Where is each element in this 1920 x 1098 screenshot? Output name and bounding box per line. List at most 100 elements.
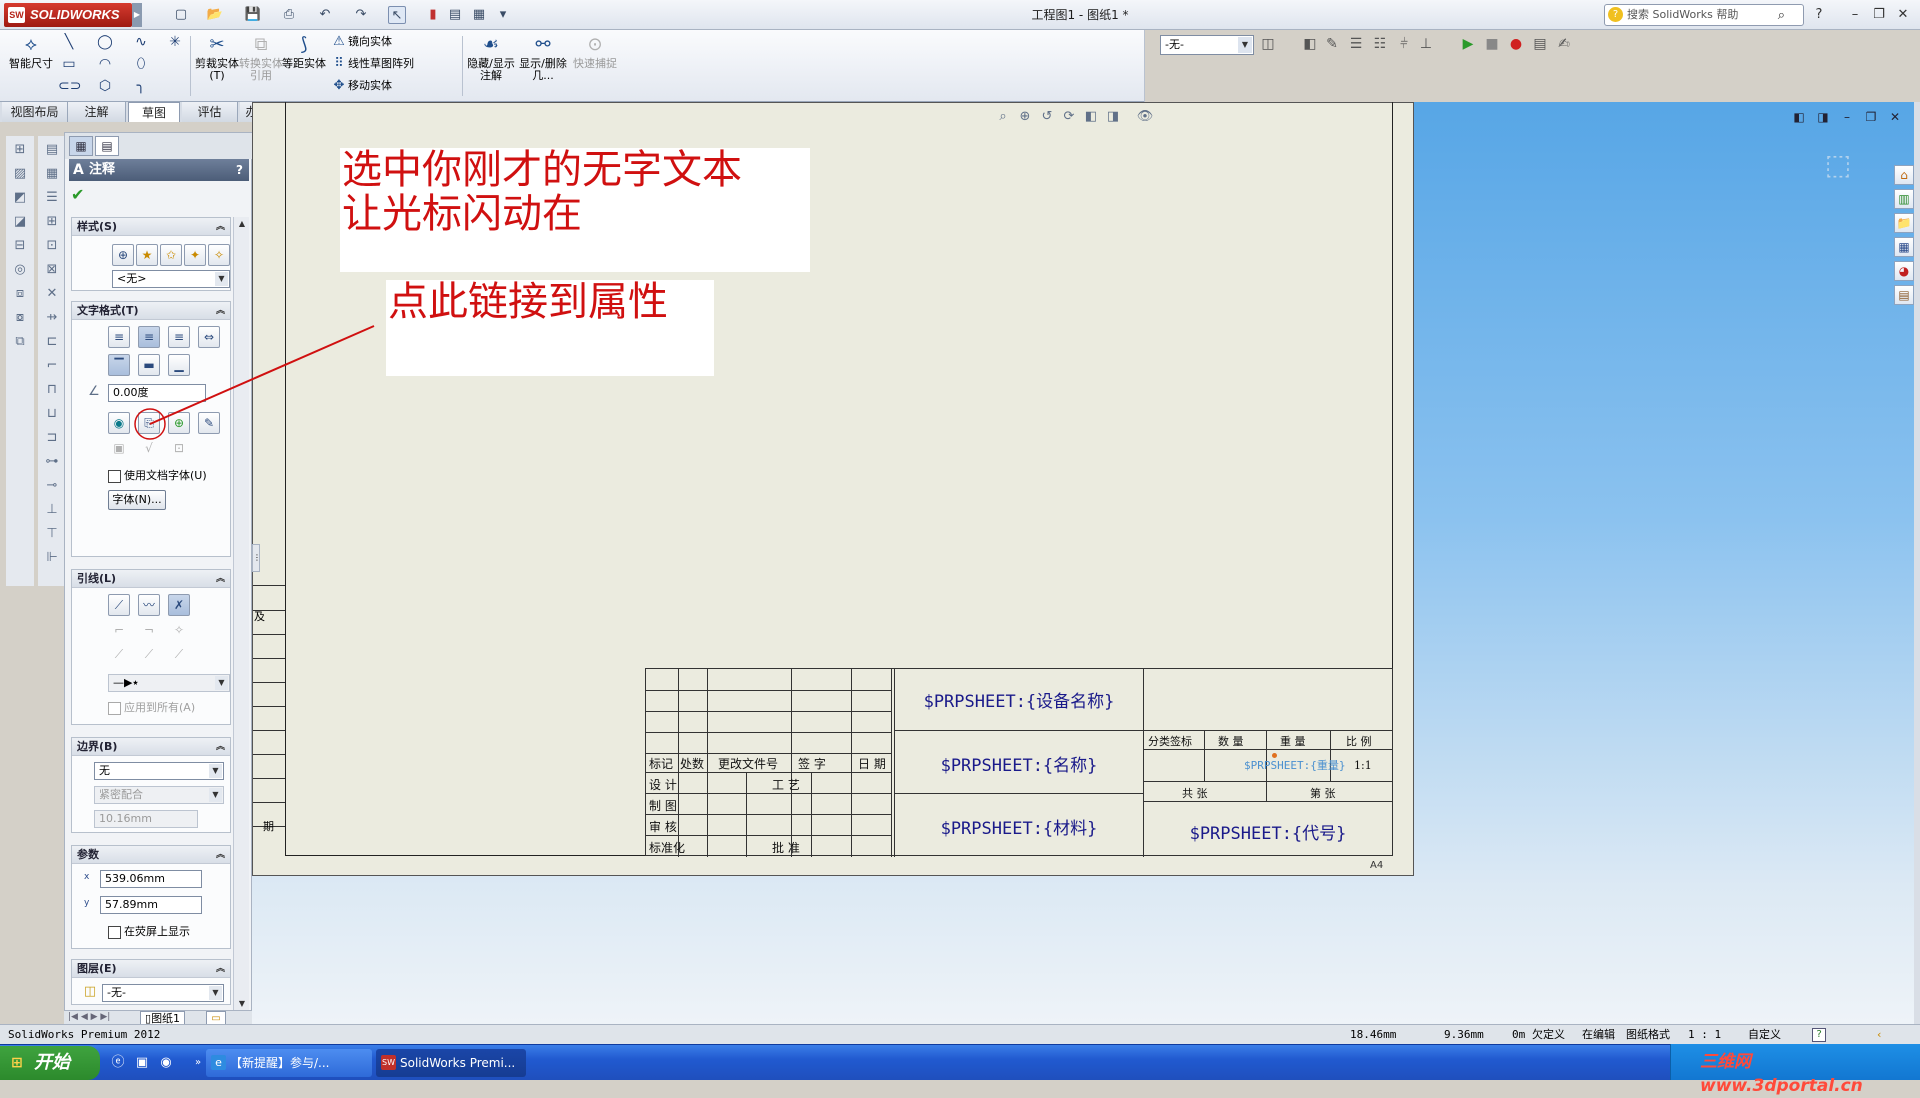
datum-icon[interactable]: ⊠ xyxy=(42,260,62,280)
leader-bent-icon[interactable]: 〰 xyxy=(138,594,160,616)
offset-entities-button[interactable]: ⟆ 等距实体 xyxy=(280,32,328,98)
model-view-icon[interactable]: ▨ xyxy=(10,164,30,184)
search-icon[interactable]: ⌕ xyxy=(1778,6,1785,26)
instruction-note-2[interactable]: 点此链接到属性 xyxy=(386,280,714,376)
doc-close-button[interactable]: ✕ xyxy=(1886,108,1904,126)
quicklaunch-more-icon[interactable]: » xyxy=(188,1053,208,1073)
restore-button[interactable]: ❐ xyxy=(1870,6,1888,24)
file-properties-icon[interactable]: ▤ xyxy=(446,6,464,24)
leader-left-icon[interactable]: ⌐ xyxy=(108,620,130,642)
collapse-chevron-icon[interactable]: ︽ xyxy=(216,302,225,320)
leader-underline-icon[interactable]: ⟋ xyxy=(138,644,160,666)
tile-right-icon[interactable]: ◨ xyxy=(1814,108,1832,126)
dowel-pin-icon[interactable]: ⊥ xyxy=(42,500,62,520)
design-library-icon[interactable]: ▥ xyxy=(1894,189,1914,209)
quicklaunch-desktop-icon[interactable]: ▣ xyxy=(132,1053,152,1073)
file-explorer-icon[interactable]: 📁 xyxy=(1894,213,1914,233)
taskbar-item-solidworks[interactable]: SW SolidWorks Premi... xyxy=(376,1049,526,1077)
help-icon[interactable]: ? xyxy=(1810,6,1828,24)
previous-view-icon[interactable]: ↺ xyxy=(1038,108,1056,126)
axis-icon[interactable]: ⊥ xyxy=(1416,34,1436,54)
help-button[interactable]: ? xyxy=(236,159,243,181)
save-style-icon[interactable]: ✦ xyxy=(184,244,206,266)
load-style-icon[interactable]: ✧ xyxy=(208,244,230,266)
circle-icon[interactable]: ◯ xyxy=(94,32,116,52)
leader-spline-icon[interactable]: ⟋ xyxy=(168,644,190,666)
alternate-view-icon[interactable]: ⧉ xyxy=(10,332,30,352)
arrow-style-select[interactable]: —▶⭑ ▼ xyxy=(108,674,230,692)
rebuild-icon[interactable]: ▮ xyxy=(424,6,442,24)
collapse-chevron-icon[interactable]: ︽ xyxy=(216,738,225,756)
bom-icon[interactable]: ☰ xyxy=(42,188,62,208)
menu-expand-arrow[interactable]: ▶ xyxy=(132,3,142,27)
display-style-icon[interactable]: ◨ xyxy=(1104,108,1122,126)
leader-nearest-icon[interactable]: ✧ xyxy=(168,620,190,642)
resources-home-icon[interactable]: ⌂ xyxy=(1894,165,1914,185)
geo-tolerance-icon[interactable]: ⊓ xyxy=(42,380,62,400)
arc-icon[interactable]: ◠ xyxy=(94,54,116,74)
help-search-input[interactable]: ? 搜索 SolidWorks 帮助 ⌕ xyxy=(1604,4,1804,26)
weight-property-field[interactable]: $PRPSHEET:{重量} xyxy=(1244,757,1345,773)
convert-entities-button[interactable]: ⧉ 转换实体引用 xyxy=(236,32,286,98)
layer-group-header[interactable]: 图层(E) ︽ xyxy=(72,960,230,978)
spline-icon[interactable]: ∿ xyxy=(130,32,152,52)
ellipse-icon[interactable]: ⬯ xyxy=(130,54,152,74)
print-icon[interactable]: ⎙ xyxy=(280,6,298,24)
move-entities-button[interactable]: ✥ 移动实体 xyxy=(330,76,392,96)
align-left-icon[interactable]: ≡ xyxy=(108,326,130,348)
quick-snaps-button[interactable]: ⊙ 快速捕捉 xyxy=(570,32,620,98)
align-bottom-icon[interactable]: ▁ xyxy=(168,354,190,376)
record-macro-icon[interactable]: ● xyxy=(1506,34,1526,54)
projected-view-icon[interactable]: ◩ xyxy=(10,188,30,208)
auxiliary-view-icon[interactable]: ◪ xyxy=(10,212,30,232)
section-view-icon[interactable]: ⊟ xyxy=(10,236,30,256)
y-coordinate-input[interactable]: 57.89mm xyxy=(100,896,202,914)
stop-macro-icon[interactable]: ■ xyxy=(1482,34,1502,54)
scroll-down-icon[interactable]: ▼ xyxy=(235,997,249,1011)
tab-sketch[interactable]: 草图 xyxy=(128,102,180,122)
leader-right-icon[interactable]: ¬ xyxy=(138,620,160,642)
border-group-header[interactable]: 边界(B) ︽ xyxy=(72,738,230,756)
style-group-header[interactable]: 样式(S) ︽ xyxy=(72,218,230,236)
view-3d-icon[interactable]: ◧ xyxy=(1300,34,1320,54)
insert-gtol-icon[interactable]: ▣ xyxy=(108,438,130,460)
rectangle-icon[interactable]: ▭ xyxy=(58,54,80,74)
lock-unlock-symbol-icon[interactable]: ✎ xyxy=(198,412,220,434)
hole-table-icon[interactable]: ⊞ xyxy=(42,212,62,232)
scroll-up-icon[interactable]: ▲ xyxy=(235,217,249,231)
table-icon[interactable]: ▦ xyxy=(42,164,62,184)
standard-view-icon[interactable]: ⊞ xyxy=(10,140,30,160)
balloon-icon[interactable]: ⊡ xyxy=(42,236,62,256)
zoom-area-icon[interactable]: ⊕ xyxy=(1016,108,1034,126)
status-scale[interactable]: 1 : 1 xyxy=(1688,1025,1721,1045)
align-center-icon[interactable]: ≡ xyxy=(138,326,160,348)
configuration-select[interactable]: -无- ▼ xyxy=(1160,35,1254,55)
break-view-icon[interactable]: ⧈ xyxy=(10,284,30,304)
border-size-select[interactable]: 紧密配合 ▼ xyxy=(94,786,224,804)
new-macro-icon[interactable]: ▤ xyxy=(1530,34,1550,54)
block-icon[interactable]: ⊐ xyxy=(42,428,62,448)
line-color-icon[interactable]: ✎ xyxy=(1322,34,1342,54)
custom-properties-icon[interactable]: ▤ xyxy=(1894,285,1914,305)
surface-finish-icon[interactable]: ⌐ xyxy=(42,356,62,376)
trim-entities-button[interactable]: ✂ 剪裁实体(T) xyxy=(192,32,242,98)
ok-checkmark-icon[interactable]: ✔ xyxy=(71,185,84,204)
align-middle-icon[interactable]: ▬ xyxy=(138,354,160,376)
linear-pattern-button[interactable]: ⠿ 线性草图阵列 xyxy=(330,54,414,74)
instruction-note-1[interactable]: 选中你刚才的无字文本 让光标闪动在 xyxy=(340,148,810,272)
section-view-icon[interactable]: ◧ xyxy=(1082,108,1100,126)
cosmetic-thread-icon[interactable]: ⊤ xyxy=(42,524,62,544)
status-expand-icon[interactable]: ‹ xyxy=(1876,1025,1883,1045)
point-icon[interactable]: ✳ xyxy=(164,32,186,52)
rebuild-view-icon[interactable]: ⟳ xyxy=(1060,108,1078,126)
line-icon[interactable]: ╲ xyxy=(58,32,80,52)
doc-minimize-button[interactable]: – xyxy=(1838,108,1856,126)
add-symbol-icon[interactable]: ⊕ xyxy=(168,412,190,434)
note-icon[interactable]: ▤ xyxy=(42,140,62,160)
appearances-icon[interactable]: ◕ xyxy=(1894,261,1914,281)
collapse-chevron-icon[interactable]: ︽ xyxy=(216,218,225,236)
align-icon[interactable]: ⫩ xyxy=(1394,34,1414,54)
tab-evaluate[interactable]: 评估 xyxy=(182,102,238,122)
mirror-entities-button[interactable]: ⚠ 镜向实体 xyxy=(330,32,392,52)
text-format-group-header[interactable]: 文字格式(T) ︽ xyxy=(72,302,230,320)
